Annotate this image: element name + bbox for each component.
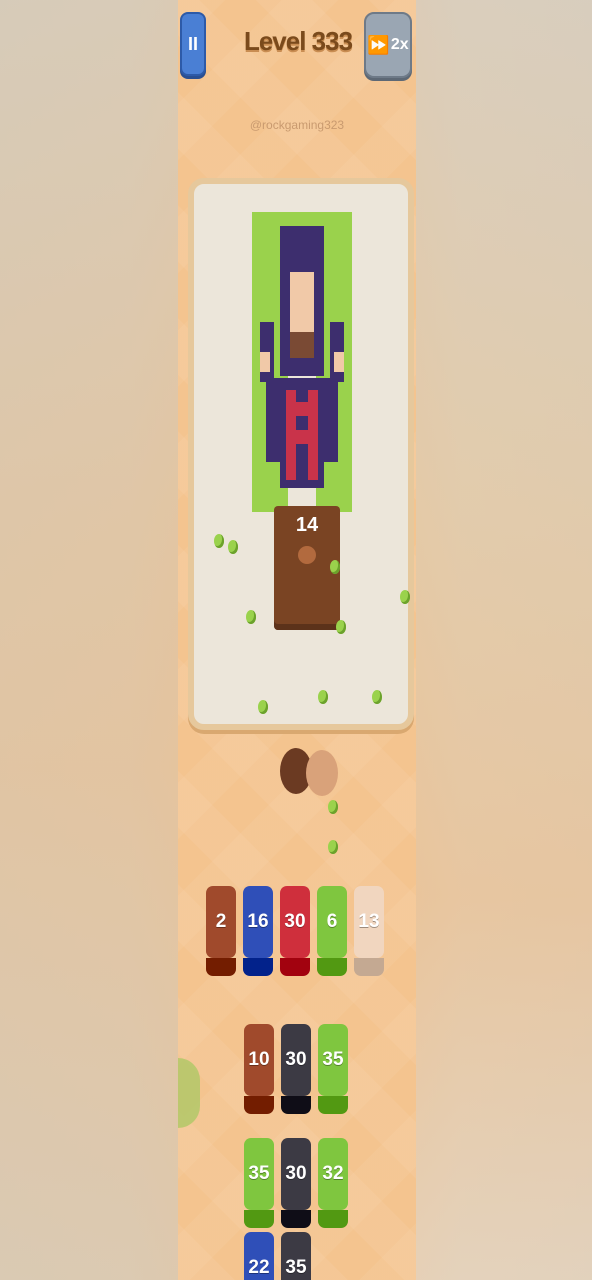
tray-slot[interactable]: 30 [280, 886, 310, 978]
stack-base [244, 1096, 274, 1114]
stack-count: 35 [281, 1232, 311, 1280]
tray-slot[interactable]: 16 [243, 886, 273, 978]
stack-base [281, 1096, 311, 1114]
tray-slot[interactable]: 2 [206, 886, 236, 978]
queue-stack[interactable]: 32 [318, 1138, 348, 1230]
pause-button[interactable]: II [180, 12, 206, 76]
queue-stack[interactable]: 30 [281, 1024, 311, 1116]
stack-count: 2 [206, 886, 236, 958]
stack-base [354, 958, 384, 976]
stack-count: 30 [280, 886, 310, 958]
stack-base [206, 958, 236, 976]
stack-base [244, 1210, 274, 1228]
stack-count: 32 [318, 1138, 348, 1210]
stack-count: 35 [244, 1138, 274, 1210]
stack-count: 13 [354, 886, 384, 958]
stack-count: 30 [281, 1024, 311, 1096]
right-blurred-background [416, 0, 592, 1280]
speed-button[interactable]: ⏩ 2x [364, 12, 412, 78]
queue-stack[interactable]: 30 [281, 1138, 311, 1230]
spilled-bead [372, 690, 382, 704]
stack-count: 16 [243, 886, 273, 958]
stack-base [280, 958, 310, 976]
stack-count: 10 [244, 1024, 274, 1096]
spilled-bead [336, 620, 346, 634]
game-area: II Level 333 ⏩ 2x @rockgaming323 14 2 16… [178, 0, 416, 1280]
level-title: Level 333 [243, 26, 353, 56]
spilled-bead [214, 534, 224, 548]
stack-count: 6 [317, 886, 347, 958]
spilled-bead [258, 700, 268, 714]
speed-label: 2x [390, 36, 409, 53]
username-watermark: @rockgaming323 [249, 118, 345, 132]
left-blurred-background [0, 0, 178, 1280]
stack-base [318, 1210, 348, 1228]
spilled-bead [328, 840, 338, 854]
stack-count: 22 [244, 1232, 274, 1280]
tray-slot[interactable]: 6 [317, 886, 347, 978]
queue-stack[interactable]: 35 [318, 1024, 348, 1116]
puzzle-board: 14 [188, 178, 414, 730]
tray-slot[interactable]: 13 [354, 886, 384, 978]
stack-base [317, 958, 347, 976]
box-count: 14 [295, 514, 319, 536]
spilled-bead [228, 540, 238, 554]
queue-stack[interactable]: 35 [281, 1232, 311, 1280]
spilled-bead [318, 690, 328, 704]
spilled-bead [328, 800, 338, 814]
stack-count: 30 [281, 1138, 311, 1210]
blurred-blob [178, 1058, 200, 1128]
skin-disc [306, 750, 338, 796]
pause-icon: II [187, 33, 198, 54]
stack-base [318, 1096, 348, 1114]
stack-count: 35 [318, 1024, 348, 1096]
spilled-bead [330, 560, 340, 574]
spilled-bead [400, 590, 410, 604]
pixel-art-portrait [252, 212, 352, 512]
fast-forward-icon: ⏩ [367, 34, 390, 55]
stack-base [281, 1210, 311, 1228]
box-knob [298, 546, 316, 564]
stack-base [243, 958, 273, 976]
queue-stack[interactable]: 10 [244, 1024, 274, 1116]
queue-stack[interactable]: 35 [244, 1138, 274, 1230]
queue-stack[interactable]: 22 [244, 1232, 274, 1280]
spilled-bead [246, 610, 256, 624]
